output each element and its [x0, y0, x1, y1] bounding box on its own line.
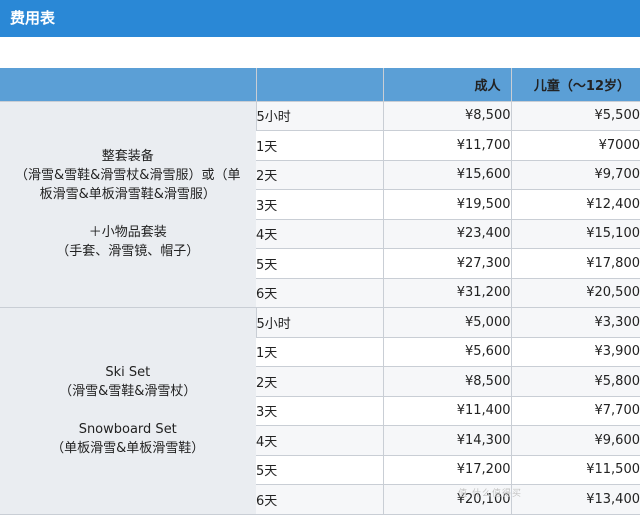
package-line: （单板滑雪&单板滑雪鞋）: [51, 441, 205, 457]
duration-cell: 5天: [256, 455, 383, 485]
child-price-cell: ¥9,600: [510, 425, 640, 456]
header-child: 儿童（〜12岁）: [510, 68, 640, 102]
child-price-cell: ¥9,700: [510, 160, 640, 190]
adult-price-cell: ¥5,000: [382, 307, 511, 338]
package-line: （滑雪&雪鞋&滑雪杖&滑雪服）或（单: [15, 168, 241, 184]
adult-price-cell: ¥8,500: [382, 101, 511, 131]
child-price-cell: ¥5,500: [510, 101, 640, 131]
package-line: 板滑雪&单板滑雪鞋&滑雪服）: [39, 187, 216, 203]
duration-cell: 2天: [256, 366, 383, 397]
adult-price-cell: ¥14,300: [382, 425, 511, 456]
package-line: Snowboard Set: [78, 422, 177, 438]
duration-cell: 5天: [256, 248, 383, 279]
child-price-cell: ¥12,400: [510, 189, 640, 220]
duration-cell: 1天: [256, 130, 383, 161]
table-header-row: 成人 儿童（〜12岁）: [0, 68, 640, 102]
adult-price-cell: ¥31,200: [382, 278, 511, 308]
duration-cell: 5小时: [255, 101, 383, 131]
header-duration: [255, 68, 383, 102]
duration-cell: 4天: [256, 425, 383, 456]
adult-price-cell: ¥23,400: [382, 219, 511, 249]
header-adult: 成人: [382, 68, 511, 102]
adult-price-cell: ¥5,600: [382, 337, 511, 367]
package-line: （手套、滑雪镜、帽子）: [56, 244, 200, 260]
duration-cell: 3天: [256, 396, 383, 426]
duration-cell: 6天: [256, 484, 383, 515]
package-spacer: [0, 204, 256, 223]
child-price-cell: ¥15,100: [510, 219, 640, 249]
package-line: Ski Set: [105, 365, 151, 381]
watermark: 值 什么值得买: [458, 489, 522, 499]
child-price-cell: ¥7,700: [510, 396, 640, 426]
adult-price-cell: ¥8,500: [382, 366, 511, 397]
package-spacer: [0, 401, 256, 420]
header-package: [0, 68, 256, 102]
package-description: Ski Set （滑雪&雪鞋&滑雪杖） Snowboard Set （单板滑雪&单板滑…: [0, 307, 256, 515]
child-price-cell: ¥3,900: [510, 337, 640, 367]
adult-price-cell: ¥15,600: [382, 160, 511, 190]
package-line: （滑雪&雪鞋&滑雪杖）: [59, 384, 197, 400]
table-row: Ski Set （滑雪&雪鞋&滑雪杖） Snowboard Set （单板滑雪&单板滑…: [0, 307, 640, 515]
package-line: 整套装备: [101, 149, 154, 165]
adult-price-cell: ¥11,400: [382, 396, 511, 426]
child-price-cell: ¥11,500: [510, 455, 640, 485]
duration-cell: 4天: [256, 219, 383, 249]
duration-cell: 5小时: [255, 307, 383, 338]
child-price-cell: ¥13,400: [510, 484, 640, 515]
child-price-cell: ¥5,800: [510, 366, 640, 397]
package-description: 整套装备 （滑雪&雪鞋&滑雪杖&滑雪服）或（单 板滑雪&单板滑雪鞋&滑雪服） ＋小物品…: [0, 101, 256, 308]
duration-cell: 3天: [256, 189, 383, 220]
child-price-cell: ¥7000: [510, 130, 640, 161]
child-price-cell: ¥20,500: [510, 278, 640, 308]
fee-table: 成人 儿童（〜12岁） 整套装备 （滑雪&雪鞋&滑雪杖&滑雪服）或（单 板滑雪&单板…: [0, 68, 640, 515]
adult-price-cell: ¥17,200: [382, 455, 511, 485]
page-title: 费用表: [0, 0, 640, 37]
duration-cell: 6天: [256, 278, 383, 308]
duration-cell: 1天: [256, 337, 383, 367]
adult-price-cell: ¥11,700: [382, 130, 511, 161]
adult-price-cell: ¥27,300: [382, 248, 511, 279]
table-row: 整套装备 （滑雪&雪鞋&滑雪杖&滑雪服）或（单 板滑雪&单板滑雪鞋&滑雪服） ＋小物品…: [0, 101, 640, 308]
adult-price-cell: ¥19,500: [382, 189, 511, 220]
child-price-cell: ¥17,800: [510, 248, 640, 279]
package-line: ＋小物品套装: [88, 225, 167, 241]
child-price-cell: ¥3,300: [510, 307, 640, 338]
duration-cell: 2天: [256, 160, 383, 190]
fee-table-body: 整套装备 （滑雪&雪鞋&滑雪杖&滑雪服）或（单 板滑雪&单板滑雪鞋&滑雪服） ＋小物品…: [0, 101, 640, 515]
